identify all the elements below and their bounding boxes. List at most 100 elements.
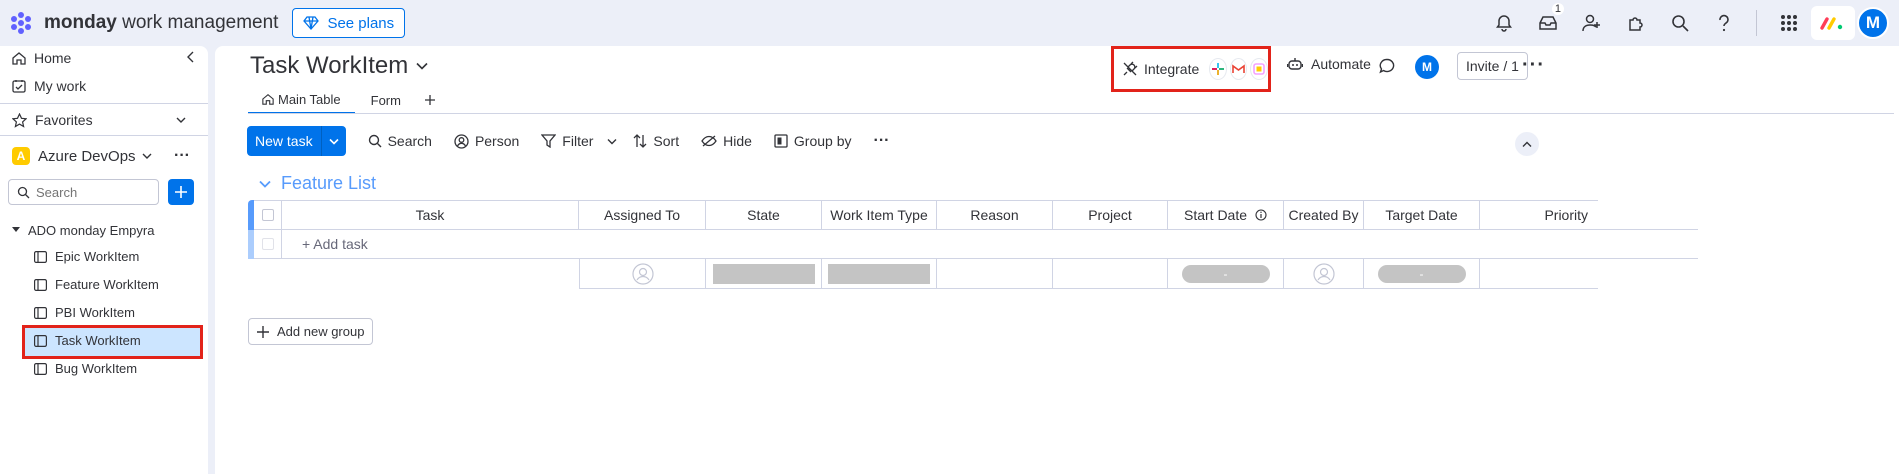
sidebar-item-my-work[interactable]: My work [12, 74, 86, 98]
created-by-summary [1284, 259, 1364, 289]
person-icon [454, 133, 469, 149]
new-task-button[interactable]: New task [247, 126, 346, 156]
updates-chat-icon[interactable] [1379, 58, 1395, 74]
search-label: Search [387, 133, 432, 149]
sort-button[interactable]: Sort [633, 133, 679, 149]
chevron-down-icon[interactable] [259, 180, 271, 188]
assigned-to-summary [579, 259, 706, 289]
automate-button[interactable]: Automate [1287, 56, 1371, 72]
group-by-icon [774, 134, 788, 148]
sidebar-board-epic-workitem[interactable]: Epic WorkItem [34, 249, 139, 264]
divider [1756, 10, 1757, 36]
column-header-priority[interactable]: Priority [1480, 200, 1598, 230]
workspace-selector[interactable]: A Azure DevOps ··· [12, 144, 202, 168]
tab-form[interactable]: Form [355, 86, 415, 114]
help-icon[interactable] [1702, 1, 1746, 45]
filter-button[interactable]: Filter [541, 133, 617, 149]
add-new-group-button[interactable]: Add new group [248, 318, 374, 345]
project-summary [1053, 259, 1168, 289]
sidebar-board-task-workitem[interactable]: Task WorkItem [34, 333, 141, 348]
tab-main-table[interactable]: Main Table [248, 86, 355, 114]
person-filter-button[interactable]: Person [454, 133, 519, 149]
board-label: Feature WorkItem [55, 277, 159, 292]
sort-label: Sort [653, 133, 680, 149]
column-header-reason[interactable]: Reason [937, 200, 1053, 230]
column-header-target-date[interactable]: Target Date [1364, 200, 1480, 230]
app-switcher-grid-icon[interactable] [1767, 1, 1811, 45]
empty-person-icon [1312, 262, 1335, 285]
invite-button[interactable]: Invite / 1 [1457, 52, 1528, 80]
add-task-input[interactable]: + Add task [282, 229, 1698, 259]
board-member-avatar[interactable]: M [1415, 55, 1439, 79]
date-range-pill: - [1377, 264, 1466, 283]
info-icon[interactable] [1255, 209, 1267, 221]
add-view-button[interactable] [415, 86, 445, 114]
chevron-down-icon [142, 152, 152, 160]
filter-icon [541, 134, 557, 148]
sidebar-item-label: My work [34, 78, 87, 94]
reason-summary [937, 259, 1053, 289]
search-icon[interactable] [1658, 1, 1702, 45]
collapse-header-button[interactable] [1515, 132, 1539, 156]
sidebar-item-home[interactable]: Home [12, 46, 71, 70]
notifications-bell-icon[interactable] [1482, 1, 1526, 45]
sidebar-board-bug-workitem[interactable]: Bug WorkItem [34, 361, 137, 376]
group-by-button[interactable]: Group by [774, 133, 852, 149]
chevron-down-icon[interactable] [322, 126, 346, 156]
add-item-button[interactable] [168, 179, 194, 205]
monday-products-icon[interactable] [1811, 6, 1855, 40]
sidebar-search-input[interactable] [36, 184, 136, 200]
checkbox-icon [261, 209, 274, 221]
column-header-start-date[interactable]: Start Date [1168, 200, 1284, 230]
group-header[interactable]: Feature List [259, 173, 376, 194]
board-tabs: Main Table Form [248, 86, 445, 114]
column-header-state[interactable]: State [706, 200, 822, 230]
top-actions: 1 M [1482, 0, 1899, 46]
folder-ado-monday-empyra[interactable]: ADO monday Empyra [12, 221, 154, 239]
monday-logo[interactable]: monday work management [10, 11, 278, 35]
chevron-down-icon[interactable] [607, 138, 617, 145]
select-all-checkbox[interactable] [254, 200, 282, 230]
see-plans-button[interactable]: See plans [292, 8, 406, 38]
checkbox-icon [261, 238, 274, 250]
invite-members-icon[interactable] [1570, 1, 1614, 45]
home-icon [12, 51, 26, 65]
column-header-project[interactable]: Project [1053, 200, 1168, 230]
board-label: PBI WorkItem [55, 305, 135, 320]
plug-icon [1122, 61, 1138, 77]
filter-label: Filter [562, 133, 594, 149]
new-task-label[interactable]: New task [247, 126, 322, 156]
board-more-icon[interactable]: ··· [1522, 54, 1545, 77]
inbox-icon[interactable]: 1 [1526, 1, 1570, 45]
board-title-dropdown[interactable]: Task WorkItem [250, 52, 428, 80]
column-header-task[interactable]: Task [282, 200, 579, 230]
row-checkbox[interactable] [254, 229, 282, 259]
status-distribution-bar [828, 263, 930, 284]
board-main: Task WorkItem Main Table Form Integrate … [215, 46, 1899, 474]
board-icon [34, 250, 47, 263]
toolbar-more-icon[interactable]: ··· [874, 132, 890, 150]
user-avatar[interactable]: M [1857, 7, 1889, 39]
column-header-created-by[interactable]: Created By [1284, 200, 1364, 230]
sidebar-search[interactable] [8, 179, 159, 205]
board-icon [34, 278, 47, 291]
integrate-button[interactable]: Integrate [1111, 46, 1271, 92]
apps-marketplace-icon[interactable] [1614, 1, 1658, 45]
column-header-assigned-to[interactable]: Assigned To [579, 200, 706, 230]
sidebar-item-favorites[interactable]: Favorites [12, 108, 192, 132]
collapse-sidebar-icon[interactable] [186, 50, 196, 64]
left-sidebar: Home My work Favorites A Azure DevOps ··… [0, 46, 208, 474]
sidebar-board-pbi-workitem[interactable]: PBI WorkItem [34, 305, 135, 320]
workspace-more-icon[interactable]: ··· [174, 147, 190, 165]
group-title[interactable]: Feature List [281, 173, 376, 194]
work-item-type-summary [822, 259, 937, 289]
integrate-label: Integrate [1144, 61, 1200, 77]
tab-label: Form [370, 92, 401, 108]
hide-label: Hide [723, 133, 752, 149]
sidebar-board-feature-workitem[interactable]: Feature WorkItem [34, 277, 159, 292]
hide-button[interactable]: Hide [701, 133, 752, 149]
search-button[interactable]: Search [368, 133, 432, 149]
column-header-work-item-type[interactable]: Work Item Type [822, 200, 937, 230]
see-plans-label: See plans [327, 14, 395, 32]
board-label: Epic WorkItem [55, 249, 140, 264]
